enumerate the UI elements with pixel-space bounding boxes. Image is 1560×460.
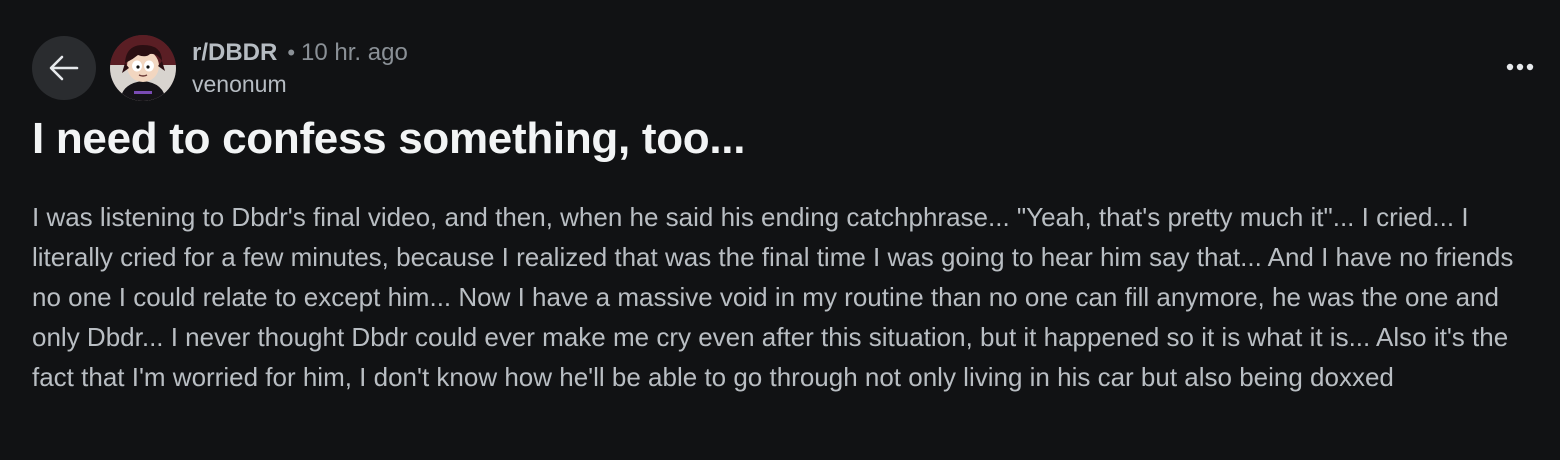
avatar-image: [110, 35, 176, 101]
meta-separator: •: [287, 39, 296, 65]
more-options-button[interactable]: [1500, 52, 1540, 82]
post-meta: r/DBDR • 10 hr. ago venonum: [192, 38, 408, 99]
post-meta-top: r/DBDR • 10 hr. ago: [192, 38, 408, 68]
post-header: r/DBDR • 10 hr. ago venonum: [32, 35, 408, 101]
post-timestamp: 10 hr. ago: [301, 38, 408, 66]
post-body: I was listening to Dbdr's final video, a…: [32, 202, 1514, 392]
user-avatar[interactable]: [110, 35, 176, 101]
back-button[interactable]: [32, 36, 96, 100]
arrow-left-icon: [49, 55, 79, 81]
more-horizontal-icon: [1506, 63, 1534, 71]
author-link[interactable]: venonum: [192, 69, 408, 99]
post-title[interactable]: I need to confess something, too...: [32, 112, 745, 166]
subreddit-link[interactable]: r/DBDR: [192, 38, 277, 68]
